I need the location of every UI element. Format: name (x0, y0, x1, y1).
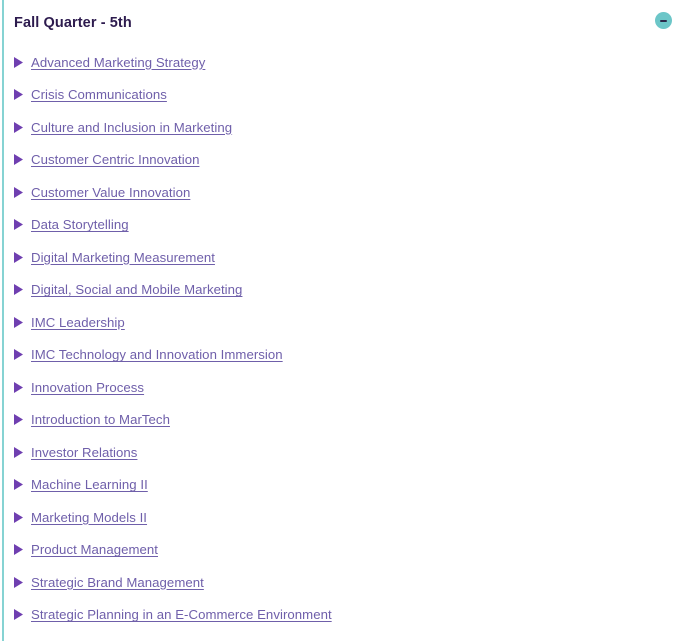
course-link[interactable]: Customer Value Innovation (31, 185, 190, 200)
page-title: Fall Quarter - 5th (14, 14, 132, 31)
course-link[interactable]: Machine Learning II (31, 477, 148, 492)
list-item[interactable]: Advanced Marketing Strategy (0, 46, 680, 79)
course-link[interactable]: Data Storytelling (31, 217, 129, 232)
list-item[interactable]: Investor Relations (0, 436, 680, 469)
list-item[interactable]: Product Management (0, 534, 680, 567)
list-item[interactable]: IMC Technology and Innovation Immersion (0, 339, 680, 372)
triangle-right-icon (14, 121, 23, 133)
list-item[interactable]: IMC Leadership (0, 306, 680, 339)
list-item[interactable]: Crisis Communications (0, 79, 680, 112)
panel-header: Fall Quarter - 5th (0, 0, 680, 46)
course-link[interactable]: Innovation Process (31, 380, 144, 395)
triangle-right-icon (14, 186, 23, 198)
triangle-right-icon (14, 349, 23, 361)
quarter-panel: Fall Quarter - 5th Advanced Marketing St… (0, 0, 680, 641)
list-item[interactable]: Marketing Models II (0, 501, 680, 534)
minus-glyph (660, 19, 667, 22)
list-item[interactable]: Strategic Brand Management (0, 566, 680, 599)
triangle-right-icon (14, 446, 23, 458)
triangle-right-icon (14, 381, 23, 393)
course-link[interactable]: Advanced Marketing Strategy (31, 55, 205, 70)
course-link[interactable]: Strategic Brand Management (31, 575, 204, 590)
course-link[interactable]: IMC Leadership (31, 315, 125, 330)
list-item[interactable]: Culture and Inclusion in Marketing (0, 111, 680, 144)
list-item[interactable]: Data Storytelling (0, 209, 680, 242)
course-link[interactable]: Customer Centric Innovation (31, 152, 199, 167)
triangle-right-icon (14, 154, 23, 166)
triangle-right-icon (14, 414, 23, 426)
triangle-right-icon (14, 316, 23, 328)
course-link[interactable]: Crisis Communications (31, 87, 167, 102)
course-link[interactable]: Introduction to MarTech (31, 412, 170, 427)
panel-left-accent-rule (2, 0, 4, 641)
course-list: Advanced Marketing Strategy Crisis Commu… (0, 46, 680, 641)
triangle-right-icon (14, 251, 23, 263)
triangle-right-icon (14, 89, 23, 101)
course-link[interactable]: IMC Technology and Innovation Immersion (31, 347, 283, 362)
course-link[interactable]: Culture and Inclusion in Marketing (31, 120, 232, 135)
triangle-right-icon (14, 511, 23, 523)
list-item[interactable]: Machine Learning II (0, 469, 680, 502)
triangle-right-icon (14, 219, 23, 231)
course-link[interactable]: Marketing Models II (31, 510, 147, 525)
list-item[interactable]: Customer Centric Innovation (0, 144, 680, 177)
course-link[interactable]: Strategic Planning in an E-Commerce Envi… (31, 607, 332, 622)
course-link[interactable]: Digital Marketing Measurement (31, 250, 215, 265)
list-item[interactable]: Customer Value Innovation (0, 176, 680, 209)
list-item[interactable]: Digital Marketing Measurement (0, 241, 680, 274)
triangle-right-icon (14, 479, 23, 491)
minus-circle-icon[interactable] (655, 12, 672, 29)
list-item[interactable]: Innovation Process (0, 371, 680, 404)
list-item[interactable]: Strategic Planning in an E-Commerce Envi… (0, 599, 680, 632)
course-link[interactable]: Product Management (31, 542, 158, 557)
triangle-right-icon (14, 56, 23, 68)
course-link[interactable]: Digital, Social and Mobile Marketing (31, 282, 242, 297)
triangle-right-icon (14, 609, 23, 621)
list-item[interactable]: Introduction to MarTech (0, 404, 680, 437)
triangle-right-icon (14, 544, 23, 556)
triangle-right-icon (14, 576, 23, 588)
course-link[interactable]: Investor Relations (31, 445, 137, 460)
list-item[interactable]: Digital, Social and Mobile Marketing (0, 274, 680, 307)
triangle-right-icon (14, 284, 23, 296)
